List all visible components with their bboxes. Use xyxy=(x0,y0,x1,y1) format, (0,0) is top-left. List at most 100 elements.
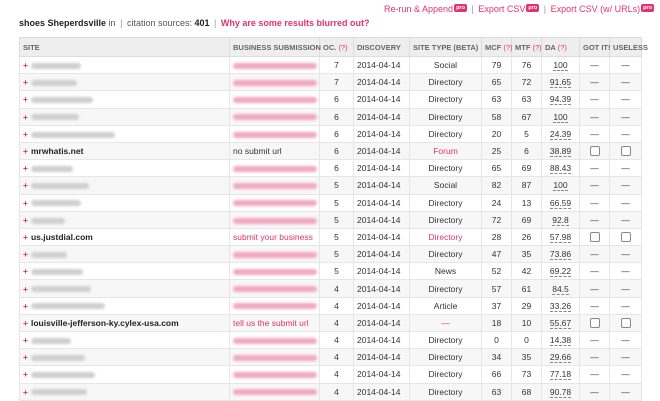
blurred-submission xyxy=(233,355,317,362)
help-icon[interactable]: (?) xyxy=(533,43,542,52)
plus-icon[interactable]: + xyxy=(23,112,28,122)
submission-cell: tell us the submit url xyxy=(229,313,320,333)
rerun-append-link[interactable]: Re-run & Append xyxy=(384,4,453,14)
site-cell: + mrwhatis.net xyxy=(19,141,230,161)
col-site-type[interactable]: SITE TYPE (BETA) xyxy=(409,37,482,57)
useless-value: — xyxy=(621,369,630,380)
got-it-value: — xyxy=(590,352,599,363)
da-value[interactable]: 94.39 xyxy=(549,94,572,106)
mtf-cell: 67 xyxy=(511,107,542,126)
col-useless[interactable]: USELESS xyxy=(609,37,648,57)
mcf-cell: 37 xyxy=(481,296,512,315)
plus-icon[interactable]: + xyxy=(23,318,28,328)
col-mcf[interactable]: MCF (?) xyxy=(481,37,513,57)
discovery-cell: 2014-04-14 xyxy=(353,210,410,229)
mcf-cell: 79 xyxy=(481,55,512,75)
mcf-cell: 65 xyxy=(481,159,512,178)
help-icon[interactable]: (?) xyxy=(558,43,567,52)
plus-icon[interactable]: + xyxy=(23,129,28,139)
da-value[interactable]: 92.8 xyxy=(552,214,569,226)
useless-cell xyxy=(609,227,642,247)
checkbox-icon[interactable] xyxy=(620,232,631,243)
da-value[interactable]: 29.66 xyxy=(549,352,572,364)
da-value[interactable]: 55.67 xyxy=(549,317,572,329)
help-icon[interactable]: (?) xyxy=(503,43,512,52)
plus-icon[interactable]: + xyxy=(23,387,28,397)
table-row: +4 2014-04-14 Directory 66 73 77.18 — — xyxy=(19,365,642,384)
site-type-cell: Forum xyxy=(409,141,482,161)
da-value[interactable]: 33.26 xyxy=(549,300,572,312)
da-value[interactable]: 24.39 xyxy=(549,128,572,140)
da-value[interactable]: 90.78 xyxy=(549,386,572,398)
site-name[interactable]: louisville-jefferson-ky.cylex-usa.com xyxy=(31,318,179,328)
col-oc[interactable]: OC. (?) xyxy=(319,37,354,57)
mcf-cell: 65 xyxy=(481,73,512,92)
da-value[interactable]: 14.38 xyxy=(549,335,572,347)
plus-icon[interactable]: + xyxy=(23,163,28,173)
plus-icon[interactable]: + xyxy=(23,198,28,208)
useless-value: — xyxy=(621,94,630,105)
da-value[interactable]: 66.59 xyxy=(549,197,572,209)
site-name[interactable]: us.justdial.com xyxy=(31,232,93,242)
checkbox-icon[interactable] xyxy=(589,318,600,329)
col-discovery[interactable]: DISCOVERY xyxy=(353,37,410,57)
plus-icon[interactable]: + xyxy=(23,146,28,156)
col-mtf[interactable]: MTF (?) xyxy=(511,37,542,57)
got-it-cell: — xyxy=(579,348,610,367)
discovery-cell: 2014-04-14 xyxy=(353,365,410,384)
plus-icon[interactable]: + xyxy=(23,284,28,294)
da-value[interactable]: 77.18 xyxy=(549,369,572,381)
checkbox-icon[interactable] xyxy=(620,318,631,329)
col-business-submission[interactable]: BUSINESS SUBMISSION xyxy=(229,37,321,57)
got-it-value: — xyxy=(590,163,599,174)
submission-link[interactable]: tell us the submit url xyxy=(233,318,309,328)
export-csv-urls-link[interactable]: Export CSV (w/ URLs) xyxy=(551,4,641,14)
da-value[interactable]: 57.98 xyxy=(549,231,572,243)
submission-cell: submit your business xyxy=(229,227,320,247)
da-value[interactable]: 38.89 xyxy=(549,146,572,158)
got-it-cell: — xyxy=(579,73,610,92)
blurred-site xyxy=(30,389,87,396)
got-it-value: — xyxy=(590,249,599,260)
export-csv-link[interactable]: Export CSV xyxy=(478,4,525,14)
checkbox-icon[interactable] xyxy=(589,232,600,243)
checkbox-icon[interactable] xyxy=(620,146,631,157)
da-value[interactable]: 100 xyxy=(553,180,568,192)
help-icon[interactable]: (?) xyxy=(338,43,347,52)
plus-icon[interactable]: + xyxy=(23,369,28,379)
site-cell: + xyxy=(19,176,230,195)
col-site[interactable]: SITE xyxy=(19,37,230,57)
da-value[interactable]: 100 xyxy=(553,60,568,72)
blurred-site xyxy=(30,217,65,224)
col-da[interactable]: DA (?) xyxy=(541,37,580,57)
plus-icon[interactable]: + xyxy=(23,266,28,276)
checkbox-icon[interactable] xyxy=(589,146,600,157)
da-value[interactable]: 100 xyxy=(553,111,568,123)
submission-link[interactable]: submit your business xyxy=(233,232,313,242)
da-value[interactable]: 73.86 xyxy=(549,249,572,261)
submission-cell xyxy=(229,176,320,195)
mtf-cell: 5 xyxy=(511,124,542,143)
plus-icon[interactable]: + xyxy=(23,352,28,362)
plus-icon[interactable]: + xyxy=(23,249,28,259)
plus-icon[interactable]: + xyxy=(23,232,28,242)
col-got-it[interactable]: GOT IT! xyxy=(579,37,611,57)
table-row: + us.justdial.com submit your business 5 201… xyxy=(19,227,642,247)
blurred-submission xyxy=(233,114,317,121)
site-name[interactable]: mrwhatis.net xyxy=(31,146,83,156)
da-value[interactable]: 88.43 xyxy=(549,163,572,175)
submission-cell xyxy=(229,107,320,126)
da-value[interactable]: 91.65 xyxy=(549,77,572,89)
plus-icon[interactable]: + xyxy=(23,77,28,87)
mtf-cell: 73 xyxy=(511,365,542,384)
plus-icon[interactable]: + xyxy=(23,335,28,345)
da-value[interactable]: 69.22 xyxy=(549,266,572,278)
blurred-help-link[interactable]: Why are some results blurred out? xyxy=(221,18,370,28)
da-value[interactable]: 84.5 xyxy=(552,283,569,295)
plus-icon[interactable]: + xyxy=(23,215,28,225)
plus-icon[interactable]: + xyxy=(23,60,28,70)
plus-icon[interactable]: + xyxy=(23,301,28,311)
plus-icon[interactable]: + xyxy=(23,94,28,104)
separator: | xyxy=(120,18,123,28)
plus-icon[interactable]: + xyxy=(23,180,28,190)
